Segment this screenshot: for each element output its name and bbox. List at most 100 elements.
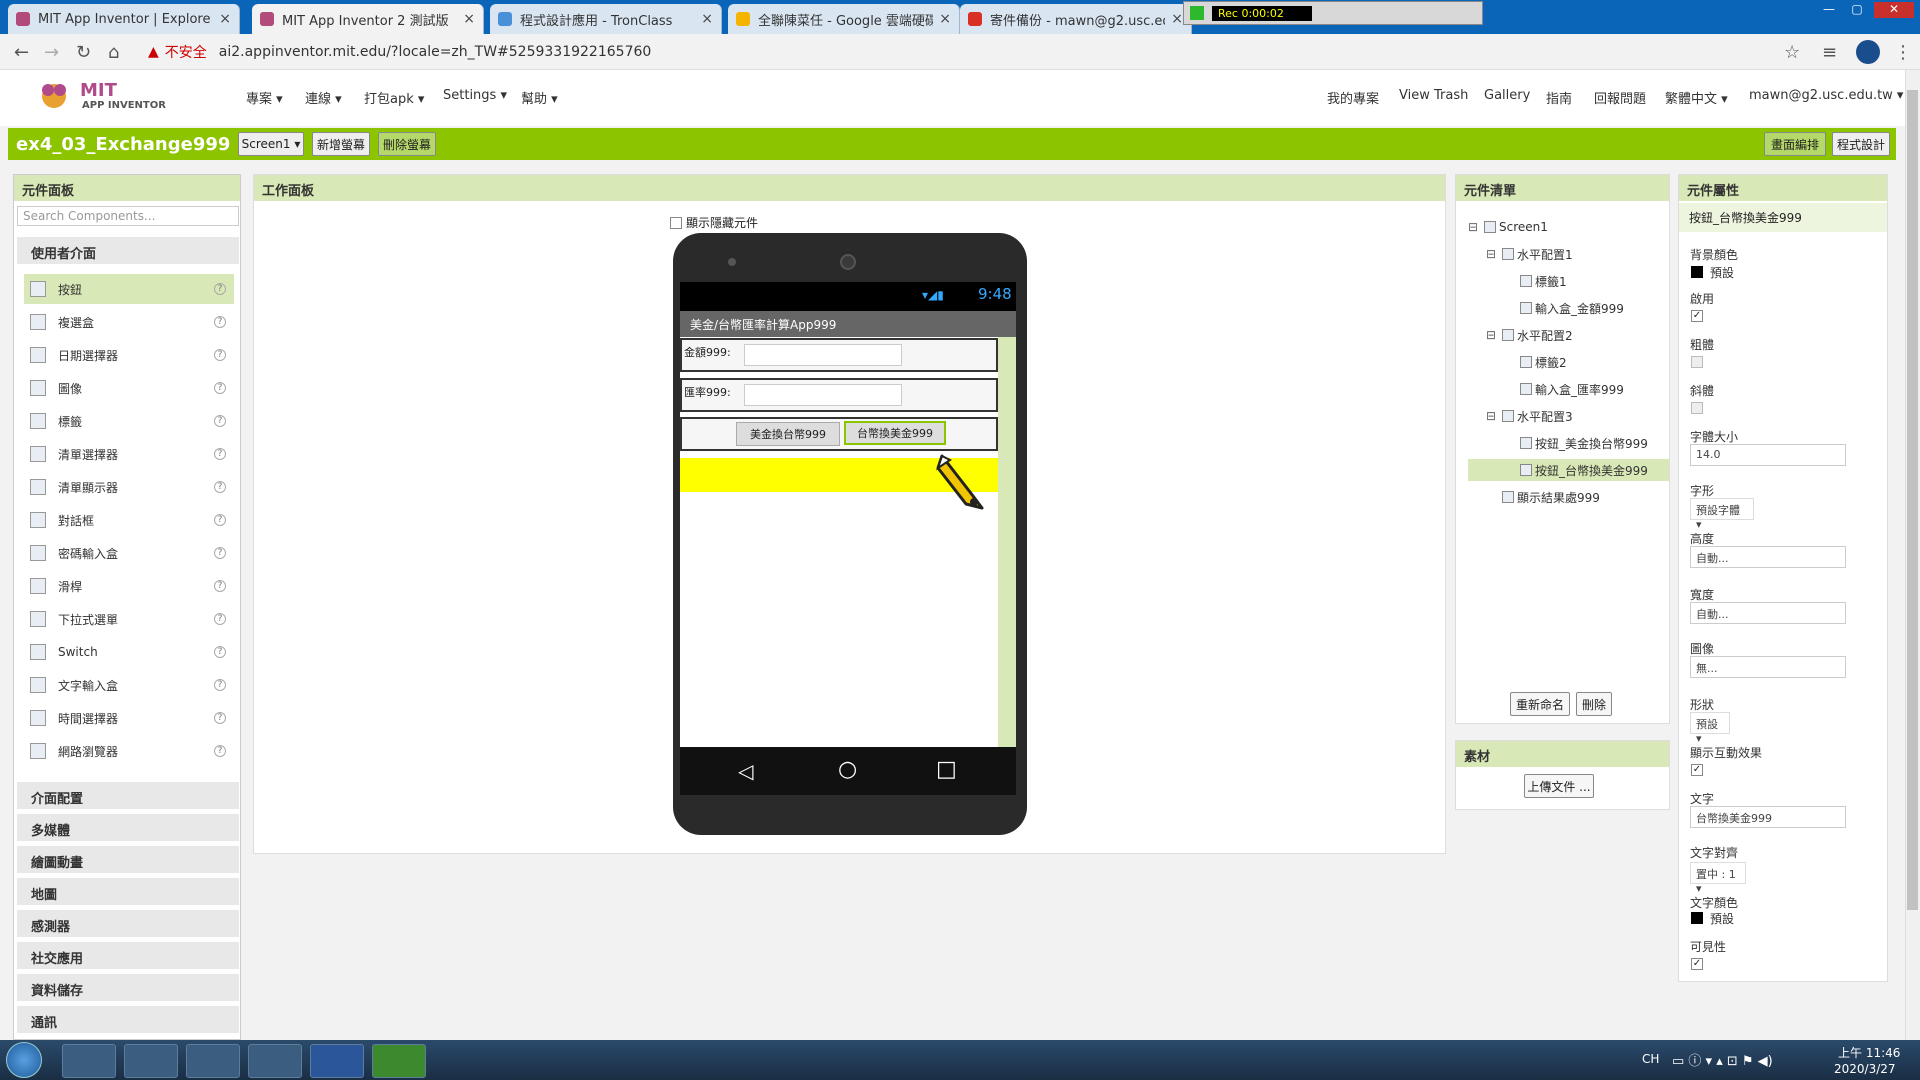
help-icon[interactable]: ? [214, 712, 226, 724]
palette-item[interactable]: 時間選擇器? [24, 703, 234, 733]
delete-button[interactable]: 刪除 [1576, 692, 1612, 716]
palette-item[interactable]: 網路瀏覽器? [24, 736, 234, 766]
file-explorer-icon[interactable] [62, 1044, 116, 1078]
screen-select[interactable]: Screen1 ▾ [238, 132, 304, 156]
browser-tab[interactable]: MIT App Inventor 2 測試版 × [252, 4, 484, 34]
url-field[interactable]: ▲ 不安全 ai2.appinventor.mit.edu/?locale=zh… [148, 38, 1788, 66]
tab-close-icon[interactable]: × [939, 11, 951, 27]
help-icon[interactable]: ? [214, 448, 226, 460]
prop-enabled-checkbox[interactable]: ✓ [1691, 310, 1703, 322]
rate-textbox[interactable] [744, 384, 902, 406]
component-tree-node[interactable]: 顯示結果處999 [1468, 486, 1669, 508]
add-screen-button[interactable]: 新增螢幕 [312, 132, 370, 156]
tab-close-icon[interactable]: × [219, 11, 231, 27]
prop-bold-checkbox[interactable] [1691, 356, 1703, 368]
palette-item[interactable]: 標籤? [24, 406, 234, 436]
profile-avatar[interactable] [1856, 40, 1880, 64]
prop-italic-checkbox[interactable] [1691, 402, 1703, 414]
prop-textcolor-value[interactable]: 預設 [1710, 910, 1734, 927]
tray-icons[interactable]: ▭ ⓘ ▾ ▴ ⊡ ⚑ ◀) [1672, 1050, 1773, 1069]
page-scrollbar-thumb[interactable] [1907, 90, 1918, 910]
minimize-icon[interactable]: — [1818, 2, 1840, 18]
designer-button[interactable]: 畫面編排 [1764, 132, 1826, 156]
browser-tab[interactable]: 寄件備份 - mawn@g2.usc.edu. × [960, 4, 1192, 34]
prop-feedback-checkbox[interactable]: ✓ [1691, 764, 1703, 776]
header-nav-link[interactable]: 指南 [1546, 88, 1572, 107]
word-icon[interactable] [310, 1044, 364, 1078]
start-button-icon[interactable] [6, 1042, 42, 1078]
show-hidden-toggle[interactable]: 顯示隱藏元件 [670, 214, 758, 231]
header-menu-item[interactable]: 打包apk ▾ [364, 88, 424, 107]
component-tree-node[interactable]: ⊟ 水平配置1 [1468, 243, 1669, 265]
usd-to-twd-button[interactable]: 美金換台幣999 [736, 422, 840, 446]
tab-close-icon[interactable]: × [463, 11, 475, 27]
component-tree-node[interactable]: 標籤2 [1468, 351, 1669, 373]
header-nav-link[interactable]: 繁體中文 ▾ [1665, 88, 1728, 107]
component-tree-node[interactable]: ⊟ Screen1 [1468, 216, 1669, 238]
component-tree-node[interactable]: 輸入盒_金額999 [1468, 297, 1669, 319]
prop-height-input[interactable]: 自動... [1690, 546, 1846, 568]
palette-item[interactable]: 下拉式選單? [24, 604, 234, 634]
palette-item[interactable]: 清單顯示器? [24, 472, 234, 502]
prop-textcolor-swatch[interactable] [1691, 912, 1703, 924]
android-icon[interactable] [372, 1044, 426, 1078]
prop-font-select[interactable]: 預設字體 ▾ [1690, 498, 1754, 531]
browser-tab[interactable]: MIT App Inventor | Explore MIT × [8, 4, 240, 34]
forward-icon[interactable]: → [44, 42, 59, 63]
twd-to-usd-button[interactable]: 台幣換美金999 [844, 421, 946, 445]
palette-item[interactable]: Switch? [24, 637, 234, 667]
help-icon[interactable]: ? [214, 745, 226, 757]
component-tree-node[interactable]: 標籤1 [1468, 270, 1669, 292]
prop-image-input[interactable]: 無... [1690, 656, 1846, 678]
palette-category[interactable]: 社交應用 [17, 942, 239, 970]
palette-item[interactable]: 按鈕? [24, 274, 234, 304]
component-tree-node[interactable]: 按鈕_台幣換美金999 [1468, 459, 1669, 481]
help-icon[interactable]: ? [214, 580, 226, 592]
prop-width-input[interactable]: 自動... [1690, 602, 1846, 624]
header-menu-item[interactable]: 連線 ▾ [305, 88, 342, 107]
help-icon[interactable]: ? [214, 415, 226, 427]
header-nav-link[interactable]: View Trash [1399, 88, 1468, 103]
palette-item[interactable]: 日期選擇器? [24, 340, 234, 370]
header-nav-link[interactable]: 我的專案 [1327, 88, 1379, 107]
recorder-widget[interactable]: Rec 0:00:02 [1183, 1, 1483, 25]
home-icon[interactable]: ⌂ [108, 42, 119, 63]
close-window-icon[interactable]: ✕ [1874, 2, 1914, 18]
mit-app-inventor-logo[interactable]: MIT APP INVENTOR [36, 76, 166, 116]
help-icon[interactable]: ? [214, 646, 226, 658]
help-icon[interactable]: ? [214, 514, 226, 526]
input-language[interactable]: CH [1642, 1052, 1659, 1066]
palette-search-input[interactable]: Search Components... [17, 206, 239, 226]
tree-toggle-icon[interactable]: ⊟ [1486, 328, 1502, 342]
help-icon[interactable]: ? [214, 283, 226, 295]
internet-explorer-icon[interactable] [124, 1044, 178, 1078]
show-hidden-checkbox[interactable] [670, 216, 682, 229]
palette-item[interactable]: 複選盒? [24, 307, 234, 337]
prop-bg-value[interactable]: 預設 [1710, 264, 1734, 281]
tree-toggle-icon[interactable]: ⊟ [1468, 220, 1484, 234]
maximize-icon[interactable]: ▢ [1846, 2, 1868, 18]
reading-list-icon[interactable]: ≡ [1822, 42, 1837, 63]
palette-item[interactable]: 圖像? [24, 373, 234, 403]
component-tree-node[interactable]: ⊟ 水平配置3 [1468, 405, 1669, 427]
horizontal-arrangement-1[interactable]: 金額999: [680, 338, 998, 372]
help-icon[interactable]: ? [214, 547, 226, 559]
palette-category-ui[interactable]: 使用者介面 [17, 237, 239, 265]
palette-category[interactable]: 繪圖動畫 [17, 846, 239, 874]
clock-time[interactable]: 上午 11:46 [1838, 1044, 1900, 1061]
help-icon[interactable]: ? [214, 679, 226, 691]
prop-bg-swatch[interactable] [1691, 266, 1703, 278]
header-menu-item[interactable]: 專案 ▾ [246, 88, 283, 107]
palette-item[interactable]: 對話框? [24, 505, 234, 535]
tab-close-icon[interactable]: × [1171, 11, 1183, 27]
header-menu-item[interactable]: 幫助 ▾ [521, 88, 558, 107]
rename-button[interactable]: 重新命名 [1510, 692, 1570, 716]
calculator-icon[interactable] [186, 1044, 240, 1078]
bookmark-star-icon[interactable]: ☆ [1784, 42, 1800, 63]
back-icon[interactable]: ← [14, 42, 29, 63]
record-icon[interactable] [1190, 6, 1204, 20]
prop-shape-select[interactable]: 預設 ▾ [1690, 712, 1730, 745]
header-nav-link[interactable]: Gallery [1484, 88, 1530, 103]
prop-visible-checkbox[interactable]: ✓ [1691, 958, 1703, 970]
reload-icon[interactable]: ↻ [76, 42, 91, 63]
